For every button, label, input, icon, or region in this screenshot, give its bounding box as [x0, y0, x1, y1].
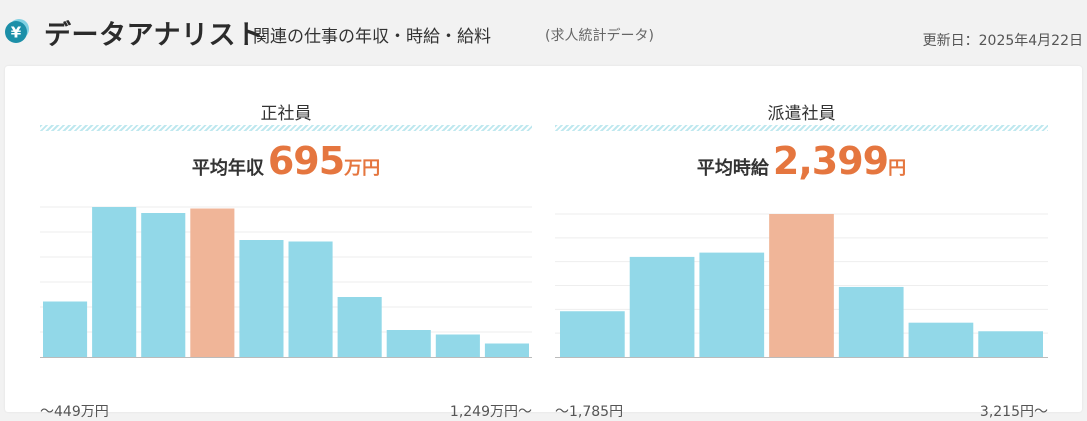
page-header: ¥ データアナリスト 関連の仕事の年収・時給・給料 (求人統計データ) 更新日：… [0, 0, 1087, 62]
page-subtitle: 関連の仕事の年収・時給・給料 [253, 27, 491, 47]
axis-min-label: ～1,785円 [555, 404, 624, 420]
histogram-bar-average [769, 214, 834, 357]
panel-temp: 派遣社員 平均時給 2,399円 ～1,785円 3,215円～ [555, 99, 1048, 420]
histogram-bar [337, 297, 382, 357]
histogram-bar [629, 256, 695, 357]
page-title-note: (求人統計データ) [545, 28, 654, 44]
histogram-bar [92, 207, 137, 357]
histogram-bar-average [190, 208, 235, 357]
histogram-bar [386, 330, 431, 357]
salary-histogram [40, 206, 532, 358]
page-title: データアナリスト [44, 20, 264, 51]
histogram-bar [484, 343, 529, 357]
histogram-bar [560, 311, 625, 357]
histogram-bar [435, 334, 480, 357]
wage-histogram [555, 213, 1048, 358]
histogram-bar [699, 252, 765, 357]
yen-icon: ¥ [5, 19, 29, 43]
axis-max-label: 3,215円～ [979, 404, 1048, 420]
panel-fulltime: 正社員 平均年収 695万円 ～449万円 1,249万円～ [40, 99, 532, 420]
histogram-bar [288, 241, 333, 357]
updated-date: 更新日：2025年4月22日 [922, 33, 1083, 49]
histogram-bar [908, 322, 974, 357]
histogram-bar [43, 301, 88, 357]
histogram-bar [239, 240, 284, 357]
histogram-bar [978, 331, 1043, 357]
histogram-bar [838, 286, 904, 357]
svg-text:¥: ¥ [11, 24, 22, 42]
salary-card: 正社員 平均年収 695万円 ～449万円 1,249万円～ 派遣社員 平均時給 2… [5, 66, 1082, 420]
histogram-bar [141, 213, 186, 357]
axis-min-label: ～449万円 [40, 404, 109, 420]
axis-max-label: 1,249万円～ [449, 404, 532, 420]
